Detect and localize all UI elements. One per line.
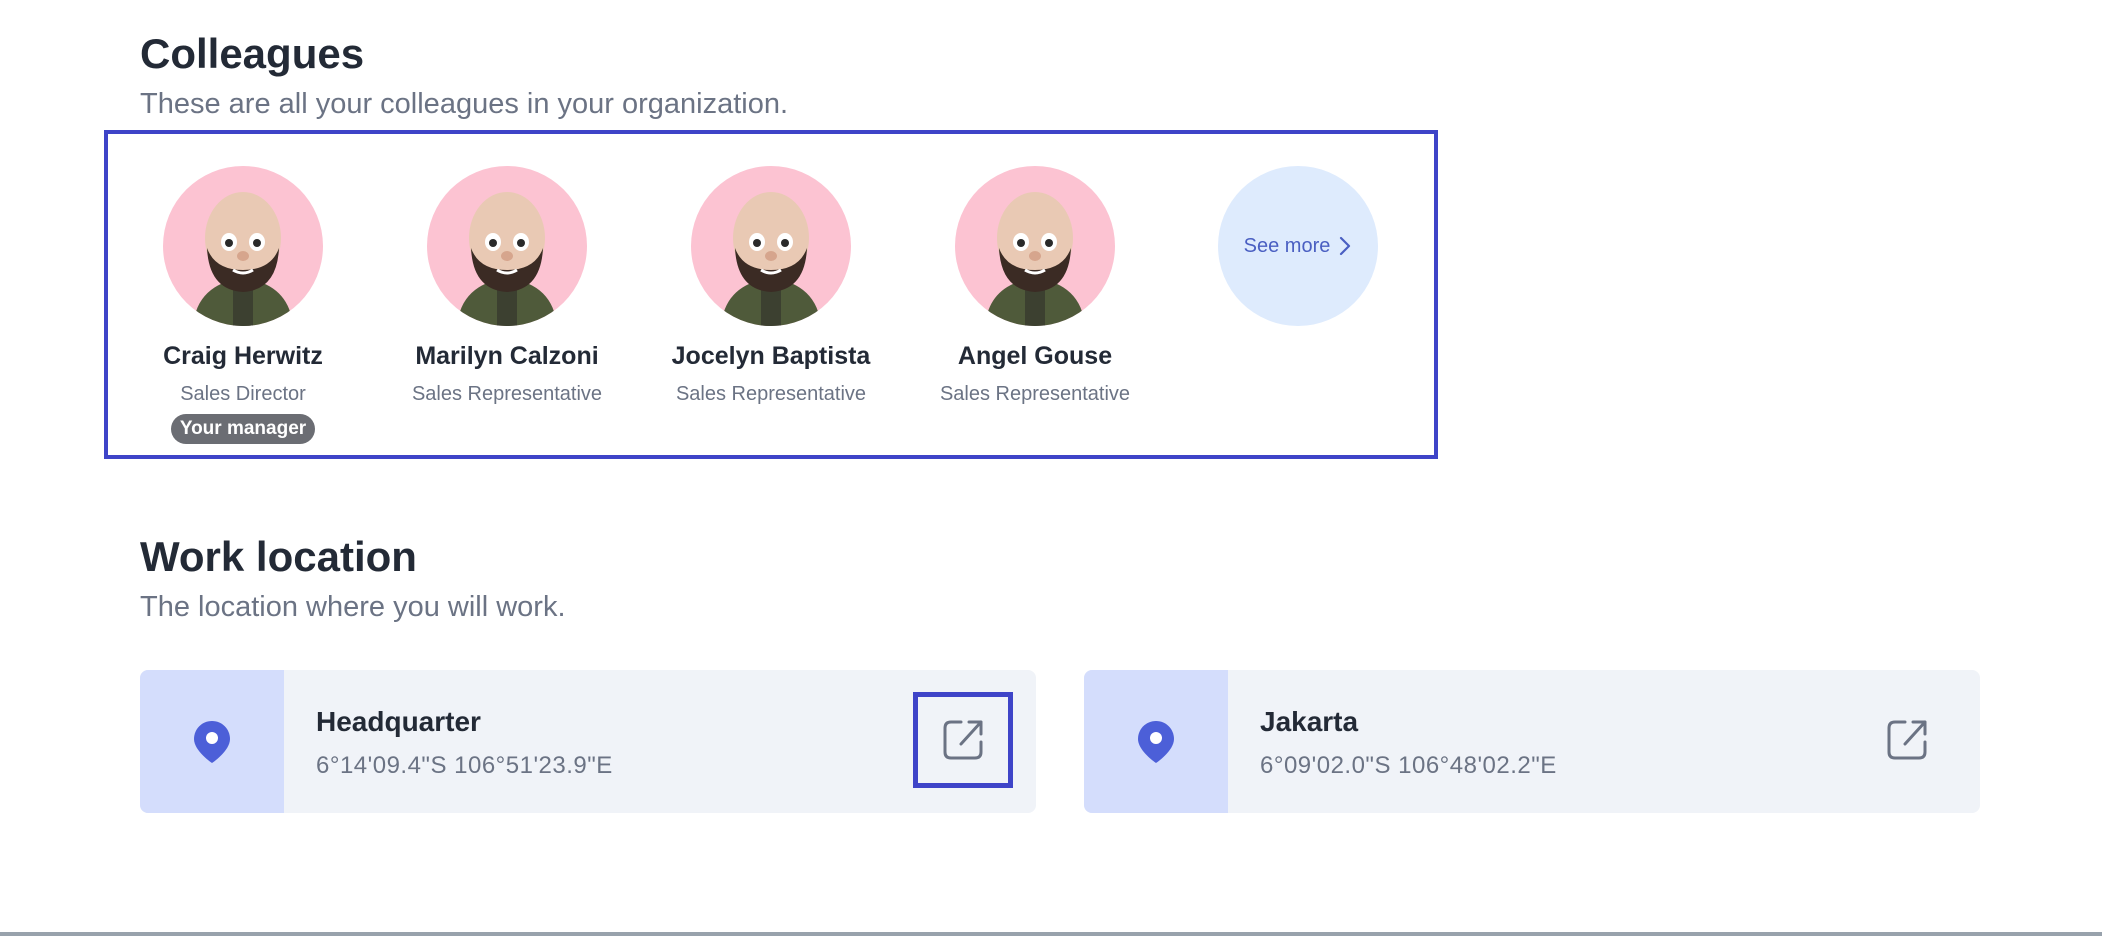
avatar	[691, 166, 851, 326]
map-pin-icon	[1138, 720, 1174, 763]
location-name: Jakarta	[1260, 706, 1359, 737]
colleague-name: Marilyn Calzoni	[415, 342, 599, 370]
see-more-button[interactable]: See more	[1218, 166, 1378, 326]
location-icon-panel	[140, 670, 284, 813]
colleague-card[interactable]: Angel Gouse Sales Representative	[915, 166, 1155, 406]
external-link-icon	[1887, 720, 1927, 760]
colleagues-subtitle: These are all your colleagues in your or…	[140, 88, 789, 120]
location-card: Headquarter 6°14'09.4"S 106°51'23.9"E	[140, 670, 1036, 813]
colleague-name: Angel Gouse	[957, 342, 1113, 370]
chevron-right-icon	[1340, 236, 1351, 256]
location-name: Headquarter	[316, 706, 481, 737]
colleague-name: Jocelyn Baptista	[671, 342, 871, 370]
avatar	[163, 166, 323, 326]
page: Colleagues These are all your colleagues…	[0, 0, 2102, 936]
open-map-button[interactable]	[1857, 692, 1957, 788]
work-location-subtitle: The location where you will work.	[140, 591, 566, 623]
external-link-icon	[943, 720, 983, 760]
open-map-button[interactable]	[913, 692, 1013, 788]
colleague-role: Sales Representative	[675, 383, 867, 405]
colleague-name: Craig Herwitz	[163, 342, 323, 370]
location-coordinates: 6°09'02.0"S 106°48'02.2"E	[1260, 752, 1557, 779]
avatar	[955, 166, 1115, 326]
colleague-role: Sales Director	[180, 383, 306, 405]
manager-badge: Your manager	[170, 414, 316, 444]
location-coordinates: 6°14'09.4"S 106°51'23.9"E	[316, 752, 613, 779]
work-location-title: Work location	[140, 533, 417, 580]
colleague-card[interactable]: Marilyn Calzoni Sales Representative	[387, 166, 627, 406]
bottom-divider	[0, 932, 2102, 936]
colleague-card[interactable]: Jocelyn Baptista Sales Representative	[651, 166, 891, 406]
colleague-card[interactable]: Craig Herwitz Sales Director Your manage…	[123, 166, 363, 444]
map-pin-icon	[194, 720, 230, 763]
colleague-role: Sales Representative	[411, 383, 603, 405]
colleagues-title: Colleagues	[140, 30, 365, 77]
colleagues-list: Craig Herwitz Sales Director Your manage…	[104, 130, 1438, 459]
avatar	[427, 166, 587, 326]
location-icon-panel	[1084, 670, 1228, 813]
colleague-role: Sales Representative	[939, 383, 1131, 405]
see-more-label: See more	[1243, 234, 1331, 257]
location-card: Jakarta 6°09'02.0"S 106°48'02.2"E	[1084, 670, 1980, 813]
